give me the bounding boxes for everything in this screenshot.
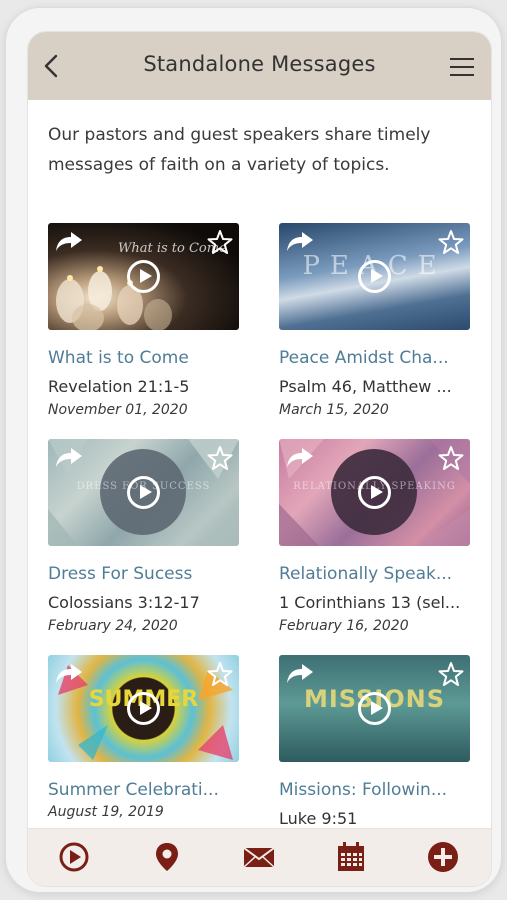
favorite-star-icon[interactable] <box>438 229 464 255</box>
share-icon[interactable] <box>285 229 315 253</box>
page-title: Standalone Messages <box>143 52 376 76</box>
share-icon[interactable] <box>285 445 315 469</box>
share-icon[interactable] <box>54 229 84 253</box>
hamburger-menu-icon <box>450 58 474 76</box>
message-date: March 15, 2020 <box>279 402 389 418</box>
message-title[interactable]: Summer Celebrati... <box>48 778 239 802</box>
favorite-star-icon[interactable] <box>438 661 464 687</box>
message-title[interactable]: Relationally Speak... <box>279 562 470 586</box>
message-thumbnail[interactable]: What is to Come <box>48 223 239 330</box>
header-bar: Standalone Messages <box>28 32 491 100</box>
message-thumbnail[interactable]: MISSIONS <box>279 655 470 762</box>
play-button[interactable] <box>358 476 391 509</box>
message-date: February 16, 2020 <box>279 618 409 634</box>
favorite-star-icon[interactable] <box>207 661 233 687</box>
share-icon[interactable] <box>285 661 315 685</box>
back-button[interactable] <box>40 52 64 80</box>
envelope-icon <box>243 847 275 868</box>
tab-more[interactable] <box>425 839 461 875</box>
message-card[interactable]: DRESS FOR SUCCESS Dress For Sucess Colos… <box>48 439 239 636</box>
plus-circle-icon <box>428 842 458 872</box>
play-button[interactable] <box>127 476 160 509</box>
content-scroll[interactable]: Our pastors and guest speakers share tim… <box>28 100 491 830</box>
bottom-tab-bar <box>28 828 491 886</box>
chevron-left-icon <box>44 54 58 78</box>
menu-button[interactable] <box>449 56 475 78</box>
share-icon[interactable] <box>54 445 84 469</box>
message-title[interactable]: What is to Come <box>48 346 239 370</box>
message-title[interactable]: Peace Amidst Cha... <box>279 346 470 370</box>
intro-text: Our pastors and guest speakers share tim… <box>48 125 431 175</box>
message-card[interactable]: RELATIONALLY SPEAKING Relationally Speak… <box>279 439 470 636</box>
message-card[interactable]: SUMMER Summer Celebrati... August 19, 20… <box>48 655 239 822</box>
scripture-reference: 1 Corinthians 13 (sel... <box>279 593 461 612</box>
map-pin-icon <box>156 843 178 871</box>
play-button[interactable] <box>127 260 160 293</box>
message-thumbnail[interactable]: SUMMER <box>48 655 239 762</box>
tab-contact[interactable] <box>241 839 277 875</box>
message-date: November 01, 2020 <box>48 402 188 418</box>
play-circle-icon <box>59 842 89 872</box>
play-button[interactable] <box>358 260 391 293</box>
message-date: August 19, 2019 <box>48 804 164 820</box>
calendar-icon <box>338 842 364 871</box>
scripture-reference: Psalm 46, Matthew ... <box>279 377 452 396</box>
tab-media[interactable] <box>56 839 92 875</box>
message-card[interactable]: PEACE Peace Amidst Cha... Psalm 46, Matt… <box>279 223 470 420</box>
share-icon[interactable] <box>54 661 84 685</box>
play-button[interactable] <box>358 692 391 725</box>
tab-location[interactable] <box>149 839 185 875</box>
message-card[interactable]: What is to Come What is to Come Revelati… <box>48 223 239 420</box>
favorite-star-icon[interactable] <box>207 445 233 471</box>
message-title[interactable]: Dress For Sucess <box>48 562 239 586</box>
scripture-reference: Revelation 21:1-5 <box>48 377 190 396</box>
message-title[interactable]: Missions: Followin... <box>279 778 470 802</box>
message-thumbnail[interactable]: RELATIONALLY SPEAKING <box>279 439 470 546</box>
play-button[interactable] <box>127 692 160 725</box>
device-frame: Standalone Messages Our pastors and gues… <box>6 8 501 892</box>
favorite-star-icon[interactable] <box>438 445 464 471</box>
scripture-reference: Colossians 3:12-17 <box>48 593 200 612</box>
tab-events[interactable] <box>333 839 369 875</box>
message-thumbnail[interactable]: PEACE <box>279 223 470 330</box>
favorite-star-icon[interactable] <box>207 229 233 255</box>
message-date: February 24, 2020 <box>48 618 178 634</box>
app-screen: Standalone Messages Our pastors and gues… <box>28 32 491 886</box>
message-card[interactable]: MISSIONS Missions: Followin... Luke 9:51 <box>279 655 470 830</box>
scripture-reference: Luke 9:51 <box>279 809 358 828</box>
message-thumbnail[interactable]: DRESS FOR SUCCESS <box>48 439 239 546</box>
